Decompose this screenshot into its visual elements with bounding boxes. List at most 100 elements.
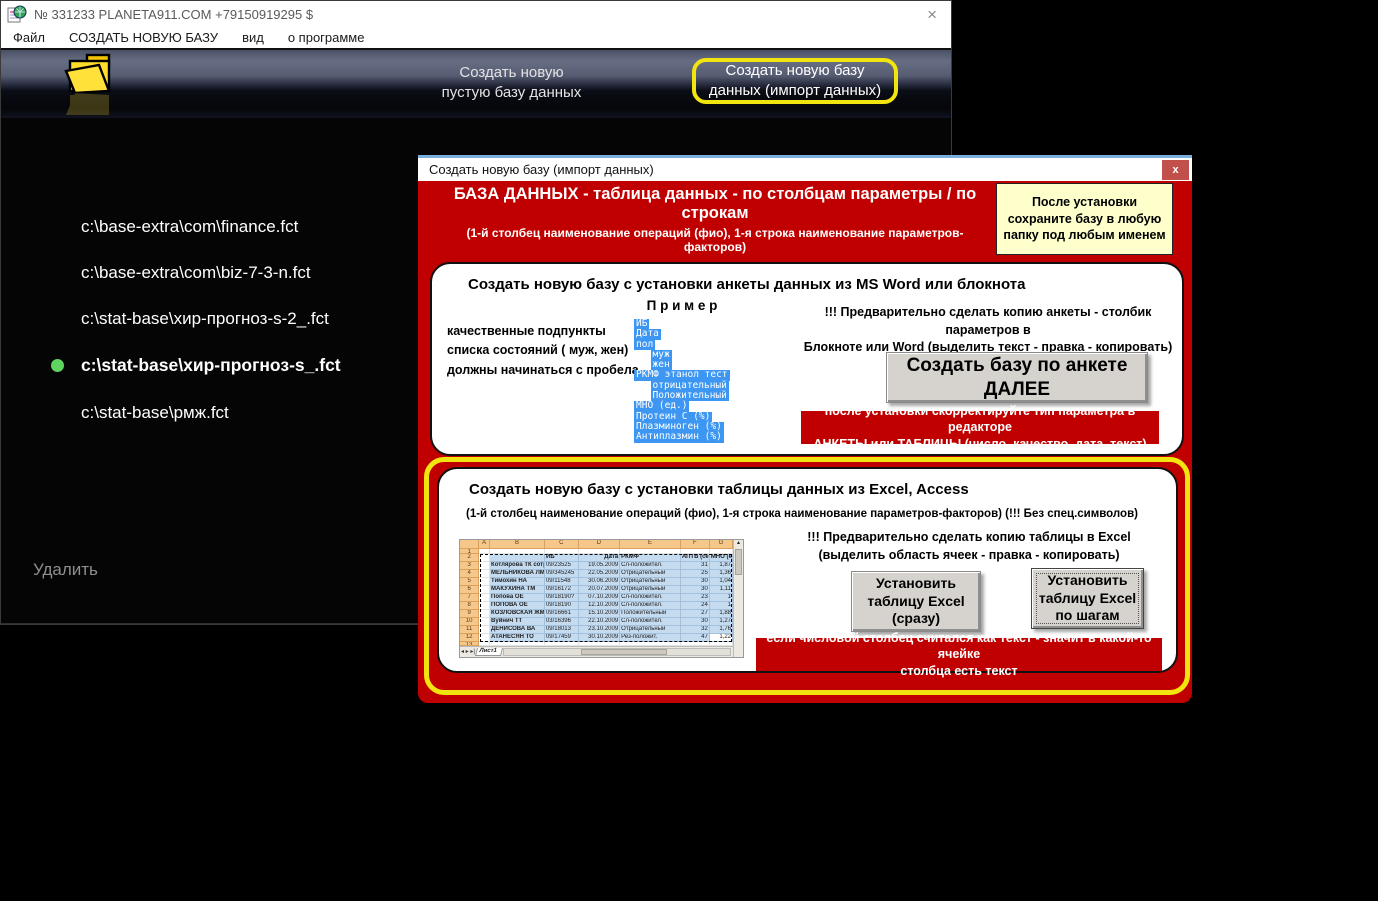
excel-panel: Создать новую базу с установки таблицы д…: [437, 467, 1178, 673]
excel-cell: 09/11548: [545, 578, 579, 586]
excel-cell: 09/16172: [545, 586, 579, 594]
delete-button[interactable]: Удалить: [33, 560, 98, 580]
excel-cell: 09/17459: [545, 634, 579, 642]
create-by-anketa-button[interactable]: Создать базу по анкете ДАЛЕЕ: [886, 352, 1148, 403]
excel-cell: [479, 578, 490, 586]
excel-nav-icons: ◂ ▸ ▸|: [460, 649, 476, 656]
excel-cell: 1,11: [710, 586, 733, 594]
excel-cell: 1,36: [710, 570, 733, 578]
excel-cell: 1,27: [710, 618, 733, 626]
excel-cell: 5: [460, 578, 479, 586]
dialog-titlebar: Создать новую базу (импорт данных) x: [418, 155, 1192, 181]
excel-cell: B: [490, 540, 545, 549]
file-item[interactable]: c:\stat-base\хир-прогноз-s-2_.fct: [81, 309, 329, 331]
excel-cell: Сл-положител.: [620, 562, 681, 570]
file-item[interactable]: c:\base-extra\com\finance.fct: [81, 217, 298, 239]
header-line-2: (1-й столбец наименование операций (фио)…: [440, 226, 990, 254]
excel-grid: ABCDEFG12ИБДатаРКМФАПТВ (сек)МНО (ед.)3К…: [460, 540, 733, 657]
menubar: Файл СОЗДАТЬ НОВУЮ БАЗУ вид о программе: [1, 27, 951, 48]
excel-cell: [479, 562, 490, 570]
excel-cell: 9: [460, 610, 479, 618]
excel-cell: Отрицательный: [620, 586, 681, 594]
excel-cell: 6: [460, 586, 479, 594]
menu-item-file[interactable]: Файл: [13, 30, 45, 45]
install-excel-now-button[interactable]: Установить таблицу Excel (сразу): [851, 571, 981, 632]
example-item: Антиплазмин (%): [634, 432, 724, 442]
excel-cell: 8: [460, 602, 479, 610]
excel-panel-subtitle: (1-й столбец наименование операций (фио)…: [466, 508, 1166, 520]
excel-cell: 24: [681, 602, 710, 610]
excel-cell: 47: [681, 634, 710, 642]
window-close-icon[interactable]: ×: [923, 6, 941, 23]
excel-cell: 30.06.2009: [579, 578, 620, 586]
excel-cell: [460, 540, 479, 549]
file-item[interactable]: c:\stat-base\рмж.fct: [81, 403, 229, 425]
excel-cell: [479, 570, 490, 578]
menu-item-create-new-db[interactable]: СОЗДАТЬ НОВУЮ БАЗУ: [69, 30, 218, 45]
excel-cell: Дата: [579, 554, 620, 562]
excel-cell: КОЗЛОВСКАЯ ЖМ: [490, 610, 545, 618]
install-excel-steps-button[interactable]: Установить таблицу Excel по шагам: [1031, 568, 1144, 629]
excel-cell: Рез-положит.: [620, 634, 681, 642]
toolbar-new-import-db-button[interactable]: Создать новую базу данных (импорт данных…: [692, 58, 898, 104]
import-dialog: Создать новую базу (импорт данных) x БАЗ…: [418, 155, 1192, 703]
excel-cell: 09/18190: [545, 602, 579, 610]
excel-cell: 32: [681, 626, 710, 634]
window-title: № 331233 PLANETA911.COM +79150919295 $: [34, 7, 313, 22]
excel-red-note: если числовой столбец считался как текст…: [756, 638, 1162, 671]
excel-thumbnail: ABCDEFG12ИБДатаРКМФАПТВ (сек)МНО (ед.)3К…: [459, 539, 744, 658]
excel-cell: [479, 634, 490, 642]
excel-cell: 3: [460, 562, 479, 570]
titlebar: № 331233 PLANETA911.COM +79150919295 $ ×: [1, 1, 951, 27]
excel-cell: 22.05.2009: [579, 570, 620, 578]
excel-cell: [490, 554, 545, 562]
excel-cell: Вуйнич ТТ: [490, 618, 545, 626]
excel-cell: Попова ОЕ: [490, 594, 545, 602]
excel-cell: 1: [710, 594, 733, 602]
excel-cell: 1: [710, 602, 733, 610]
excel-cell: 09/16661: [545, 610, 579, 618]
excel-cell: АПТВ (сек): [681, 554, 710, 562]
excel-cell: ДЕНИСОВА ВА: [490, 626, 545, 634]
excel-panel-title: Создать новую базу с установки таблицы д…: [469, 481, 969, 498]
desktop: { "window": { "title": "№ 331233 PLANETA…: [0, 0, 1378, 901]
excel-cell: 1,76: [710, 626, 733, 634]
excel-cell: [479, 594, 490, 602]
excel-cell: 11: [460, 626, 479, 634]
excel-cell: ПОПОВА ОЕ: [490, 602, 545, 610]
excel-cell: 25: [681, 570, 710, 578]
excel-cell: 20.07.2009: [579, 586, 620, 594]
excel-cell: 19.05.2009: [579, 562, 620, 570]
header-line-1: БАЗА ДАННЫХ - таблица данных - по столбц…: [440, 185, 990, 223]
excel-cell: 09/23525: [545, 562, 579, 570]
open-folder-icon[interactable]: [63, 51, 121, 120]
anketa-panel: Создать новую базу с установки анкеты да…: [430, 262, 1184, 456]
excel-cell: 27: [681, 610, 710, 618]
menu-item-about[interactable]: о программе: [288, 30, 365, 45]
excel-cell: РКМФ: [620, 554, 681, 562]
excel-cell: 10: [460, 618, 479, 626]
excel-cell: [479, 586, 490, 594]
excel-cell: C: [545, 540, 579, 549]
copy-anketa-hint: !!! Предварительно сделать копию анкеты …: [792, 304, 1184, 357]
excel-cell: 07.10.2009: [579, 594, 620, 602]
excel-cell: АТАНЕСЯН ТО: [490, 634, 545, 642]
excel-cell: 1,04: [710, 578, 733, 586]
excel-cell: 09/345245: [545, 570, 579, 578]
file-item[interactable]: c:\base-extra\com\biz-7-3-n.fct: [81, 263, 311, 285]
excel-cell: МЕЛЬНИКОВА ЛМ: [490, 570, 545, 578]
save-note: После установки сохраните базу в любую п…: [996, 183, 1173, 255]
file-item-active[interactable]: c:\stat-base\хир-прогноз-s_.fct: [81, 355, 341, 377]
excel-cell: [479, 626, 490, 634]
excel-cell: [479, 618, 490, 626]
excel-highlight-box: Создать новую базу с установки таблицы д…: [424, 457, 1190, 695]
excel-cell: 12: [460, 634, 479, 642]
toolbar-new-empty-db-button[interactable]: Создать новую пустую базу данных: [399, 63, 624, 103]
excel-cell: 30: [681, 586, 710, 594]
dialog-close-button[interactable]: x: [1162, 160, 1189, 180]
excel-cell: 1,88: [710, 610, 733, 618]
excel-cell: 1,87: [710, 562, 733, 570]
menu-item-view[interactable]: вид: [242, 30, 264, 45]
app-icon: [7, 5, 27, 23]
anketa-panel-title: Создать новую базу с установки анкеты да…: [468, 276, 1025, 293]
